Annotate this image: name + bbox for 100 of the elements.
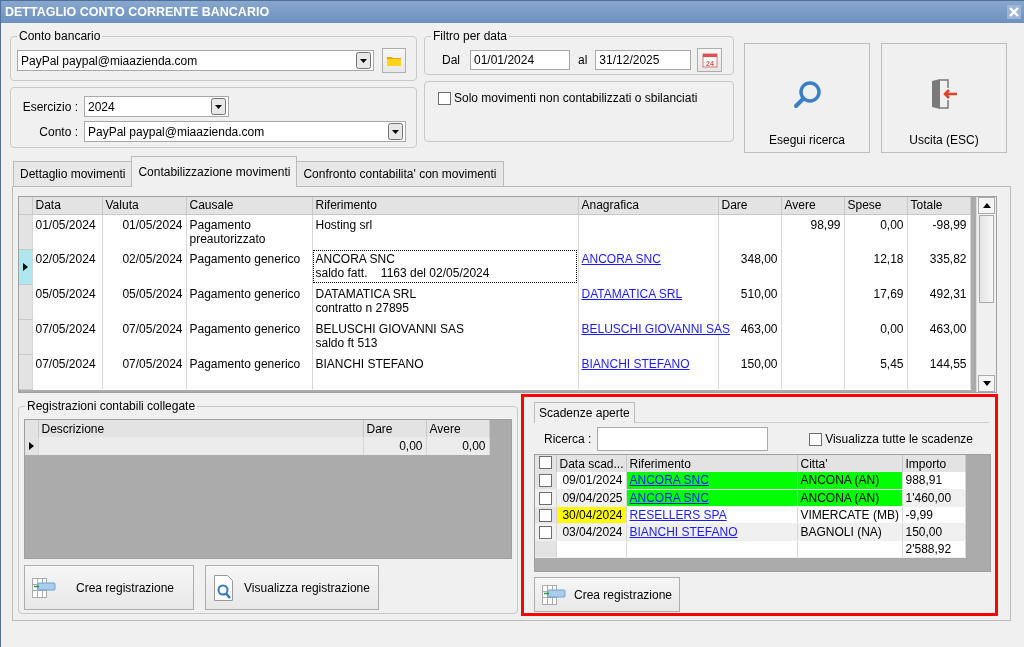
column-header[interactable]: Data: [32, 197, 102, 214]
checkbox[interactable]: [538, 491, 552, 505]
table-cell: Pagamento preautorizzato: [186, 214, 312, 249]
table-cell: 07/05/2024: [102, 319, 186, 354]
table-corner: [19, 197, 32, 214]
column-header[interactable]: Causale: [186, 197, 312, 214]
account-dropdown[interactable]: PayPal paypal@miaazienda.com: [84, 121, 406, 142]
scrollbar-thumb[interactable]: [979, 215, 994, 303]
button[interactable]: Visualizza registrazione: [205, 565, 379, 610]
button[interactable]: Crea registrazione: [24, 565, 194, 610]
table-cell: 12,18: [844, 249, 907, 284]
row-indicator[interactable]: [25, 437, 38, 455]
table-cell: 510,00: [718, 284, 781, 319]
table-cell: -98,99: [907, 214, 970, 249]
year-dropdown[interactable]: 2024: [84, 96, 229, 117]
checkbox[interactable]: [538, 455, 552, 469]
current-row-icon: [28, 442, 34, 450]
table-cell: 0,00: [363, 437, 426, 455]
table-cell: 17,69: [844, 284, 907, 319]
up-arrow-icon: [982, 203, 991, 208]
table-cell: 150,00: [718, 354, 781, 389]
table-cell: 0,00: [426, 437, 489, 455]
link[interactable]: BELUSCHI GIOVANNI SAS: [581, 322, 730, 336]
column-header[interactable]: Totale: [907, 197, 970, 214]
column-header[interactable]: Valuta: [102, 197, 186, 214]
current-row-icon: [22, 262, 28, 271]
table-cell: 348,00: [718, 249, 781, 284]
table-cell: 05/05/2024: [32, 284, 102, 319]
field-label: Dal: [442, 53, 460, 67]
column-header[interactable]: Data scad...: [556, 455, 626, 472]
table-cell: 5,45: [844, 354, 907, 389]
button[interactable]: Crea registrazione: [534, 577, 680, 612]
table-cell: 02/05/2024: [102, 249, 186, 284]
link[interactable]: ANCORA SNC: [581, 252, 661, 266]
table-corner: [25, 420, 38, 437]
scrollbar[interactable]: [976, 197, 996, 392]
table-cell: 05/05/2024: [102, 284, 186, 319]
table-add-icon: [31, 575, 57, 600]
table-cell: 07/05/2024: [32, 319, 102, 354]
column-header[interactable]: Citta': [797, 455, 902, 472]
tab[interactable]: Contabilizzazione movimenti: [131, 156, 298, 187]
column-header[interactable]: Anagrafica: [578, 197, 718, 214]
down-arrow-icon: [982, 381, 991, 386]
date-field[interactable]: 01/01/2024: [470, 50, 570, 70]
scroll-down-button[interactable]: [978, 375, 995, 392]
search-button[interactable]: Esegui ricerca: [744, 43, 870, 153]
link[interactable]: DATAMATICA SRL: [581, 287, 683, 301]
checkbox[interactable]: [809, 432, 823, 446]
link[interactable]: ANCORA SNC: [629, 490, 709, 505]
exit-button[interactable]: Uscita (ESC): [881, 43, 1007, 153]
table-cell: Hosting srl: [312, 214, 578, 249]
link[interactable]: ANCORA SNC: [629, 473, 709, 488]
table-cell: 02/05/2024: [32, 249, 102, 284]
link[interactable]: RESELLERS SPA: [629, 507, 727, 522]
checkbox[interactable]: [538, 508, 552, 522]
column-header[interactable]: Avere: [781, 197, 844, 214]
table-cell: 07/05/2024: [32, 354, 102, 389]
column-header[interactable]: Dare: [718, 197, 781, 214]
account-dropdown[interactable]: PayPal paypal@miaazienda.com: [17, 50, 374, 71]
column-header[interactable]: Avere: [426, 420, 489, 437]
checkbox[interactable]: [438, 91, 451, 105]
row-indicator[interactable]: [19, 249, 32, 284]
table-cell: 01/05/2024: [32, 214, 102, 249]
tab[interactable]: Scadenze aperte: [534, 402, 635, 423]
table-cell: ANCONA (AN): [797, 472, 902, 489]
table-add-icon: [541, 582, 567, 607]
checkbox-label: Solo movimenti non contabilizzati o sbilanciati: [454, 91, 698, 105]
column-header[interactable]: Importo: [902, 455, 965, 472]
table-cell: ANCORA SNC saldo fatt. 1163 del 02/05/2024: [312, 249, 578, 284]
column-header[interactable]: Dare: [363, 420, 426, 437]
column-header[interactable]: Spese: [844, 197, 907, 214]
scroll-up-button[interactable]: [978, 197, 995, 214]
link[interactable]: BIANCHI STEFANO: [629, 524, 738, 539]
table-cell: 463,00: [907, 319, 970, 354]
link[interactable]: BIANCHI STEFANO: [581, 357, 690, 371]
search-field[interactable]: [597, 427, 769, 451]
folder-icon: [386, 54, 402, 67]
table-cell: 0,00: [844, 319, 907, 354]
column-header[interactable]: Riferimento: [626, 455, 797, 472]
table-cell: BIANCHI STEFANO: [312, 354, 578, 389]
group-title: Filtro per data: [431, 29, 510, 43]
table-cell: BELUSCHI GIOVANNI SAS saldo ft 513: [312, 319, 578, 354]
field-label: Ricerca :: [544, 432, 592, 446]
table-cell: 0,00: [844, 214, 907, 249]
table-cell: 01/05/2024: [102, 214, 186, 249]
table-cell: Pagamento generico: [186, 249, 312, 284]
column-header[interactable]: Descrizione: [38, 420, 363, 437]
document-search-icon: [212, 573, 236, 602]
group-title: Conto bancario: [17, 29, 103, 43]
table-cell: 98,99: [781, 214, 844, 249]
table-cell: 144,55: [907, 354, 970, 389]
field-label: Esercizio :: [21, 99, 78, 114]
table-cell: 335,82: [907, 249, 970, 284]
tab[interactable]: Confronto contabilita' con movimenti: [296, 161, 504, 186]
date-field[interactable]: 31/12/2025: [595, 50, 692, 70]
table-cell: Pagamento generico: [186, 354, 312, 389]
tab[interactable]: Dettaglio movimenti: [13, 161, 133, 186]
checkbox[interactable]: [538, 474, 552, 488]
column-header[interactable]: Riferimento: [312, 197, 578, 214]
checkbox[interactable]: [538, 525, 552, 539]
